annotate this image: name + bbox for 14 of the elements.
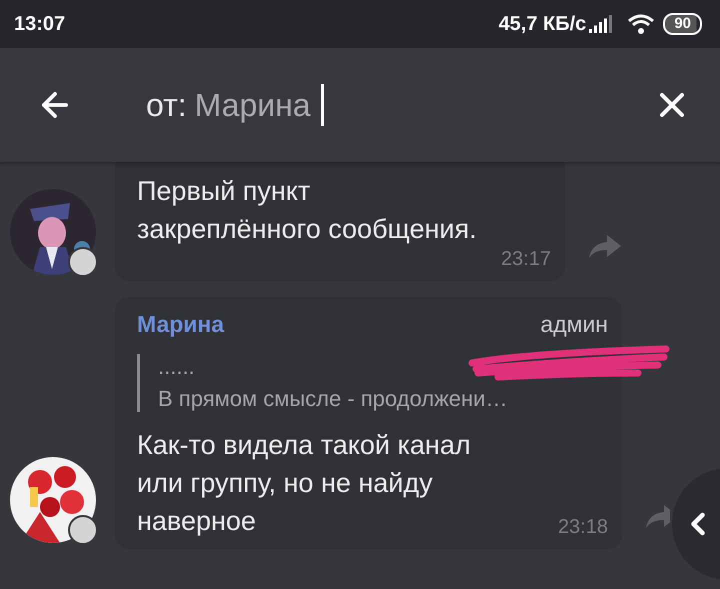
clock-time: 13:07	[14, 12, 66, 36]
reply-quote[interactable]: ...... В прямом смысле - продолжени…	[137, 354, 608, 412]
network-speed: 45,7 КБ/с	[498, 12, 586, 36]
wifi-icon	[627, 13, 656, 35]
role-label: админ	[540, 311, 608, 338]
message-text: Как-то видела такой канал или группу, но не найду наверное	[137, 429, 471, 538]
quote-title: ......	[158, 354, 196, 380]
message-time: 23:18	[558, 516, 608, 538]
message-time: 23:17	[500, 248, 551, 270]
message-text: Первый пункт закреплённого сообщения.	[137, 175, 477, 246]
quote-text: В прямом смысле - продолжени…	[158, 386, 508, 412]
battery-indicator: 90	[663, 13, 702, 35]
author-name[interactable]: Марина	[137, 311, 224, 338]
search-field[interactable]: от: Марина	[146, 83, 652, 127]
